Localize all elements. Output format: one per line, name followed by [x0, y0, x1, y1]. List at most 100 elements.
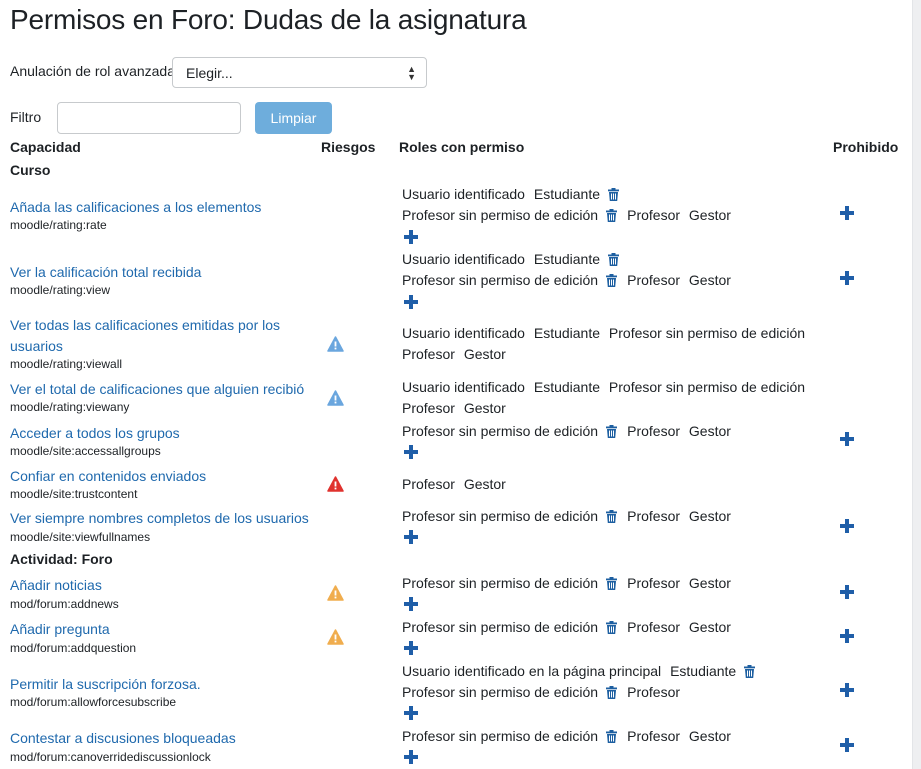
role-name: Estudiante — [533, 325, 601, 341]
advanced-override-select[interactable]: Elegir... ▲ ▼ — [172, 57, 427, 88]
risk-triangle-icon[interactable] — [327, 476, 344, 497]
role-name: Profesor — [627, 728, 681, 744]
capability-id: mod/forum:canoverridediscussionlock — [10, 750, 211, 764]
add-role-plus-icon[interactable] — [404, 445, 418, 464]
prohibit-plus-icon[interactable] — [840, 271, 854, 290]
add-role-plus-icon[interactable] — [404, 750, 418, 769]
add-role-plus-icon[interactable] — [404, 295, 418, 314]
role-name: Profesor sin permiso de edición — [402, 684, 599, 700]
role-name: Gestor — [688, 728, 731, 744]
column-header-roles: Roles con permiso — [399, 139, 525, 155]
role-name: Profesor sin permiso de edición — [402, 508, 599, 524]
column-header-capability: Capacidad — [10, 139, 81, 155]
prohibit-plus-icon[interactable] — [840, 519, 854, 538]
capability-link[interactable]: Ver todas las calificaciones emitidas po… — [10, 315, 310, 357]
prohibit-plus-icon[interactable] — [840, 738, 854, 757]
page-title: Permisos en Foro: Dudas de la asignatura — [10, 4, 527, 35]
trash-icon[interactable] — [606, 273, 618, 291]
trash-icon[interactable] — [606, 208, 618, 226]
risk-triangle-icon[interactable] — [327, 390, 344, 411]
capability-link[interactable]: Contestar a discusiones bloqueadas — [10, 728, 310, 749]
role-name: Gestor — [688, 272, 731, 288]
role-name: Profesor — [402, 400, 455, 416]
capability-id: mod/forum:addnews — [10, 597, 119, 611]
role-name: Profesor — [627, 423, 681, 439]
risk-triangle-icon[interactable] — [327, 629, 344, 650]
section-heading-course: Curso — [10, 162, 51, 178]
role-name: Gestor — [463, 346, 506, 362]
role-line: Profesor Gestor — [402, 345, 511, 363]
role-name: Usuario identificado — [402, 251, 525, 267]
trash-icon[interactable] — [744, 664, 756, 682]
capability-link[interactable]: Añadir noticias — [10, 575, 310, 596]
capability-link[interactable]: Ver el total de calificaciones que algui… — [10, 379, 310, 400]
role-name: Profesor sin permiso de edición — [608, 379, 806, 395]
capability-link[interactable]: Acceder a todos los grupos — [10, 423, 310, 444]
capability-id: moodle/site:trustcontent — [10, 487, 138, 501]
prohibit-plus-icon[interactable] — [840, 585, 854, 604]
capability-link[interactable]: Permitir la suscripción forzosa. — [10, 674, 310, 695]
capability-link[interactable]: Añadir pregunta — [10, 619, 310, 640]
add-role-plus-icon[interactable] — [404, 530, 418, 549]
capability-link[interactable]: Añada las calificaciones a los elementos — [10, 197, 310, 218]
section-heading-forum: Actividad: Foro — [10, 551, 113, 567]
capability-id: moodle/site:viewfullnames — [10, 530, 151, 544]
role-name: Profesor — [627, 575, 681, 591]
trash-icon[interactable] — [608, 252, 620, 270]
role-name: Gestor — [688, 207, 731, 223]
role-name: Profesor — [627, 207, 681, 223]
page-scrollbar[interactable] — [912, 0, 921, 769]
role-line: Usuario identificado Estudiante Profesor… — [402, 378, 810, 396]
capability-id: moodle/rating:rate — [10, 218, 107, 232]
capability-id: moodle/site:accessallgroups — [10, 444, 161, 458]
role-name: Profesor sin permiso de edición — [402, 728, 599, 744]
clear-filter-button[interactable]: Limpiar — [255, 102, 332, 134]
add-role-plus-icon[interactable] — [404, 706, 418, 725]
role-name: Gestor — [688, 619, 731, 635]
role-name: Usuario identificado — [402, 325, 525, 341]
role-name: Profesor — [627, 272, 681, 288]
role-name: Usuario identificado — [402, 379, 525, 395]
prohibit-plus-icon[interactable] — [840, 683, 854, 702]
add-role-plus-icon[interactable] — [404, 597, 418, 616]
prohibit-plus-icon[interactable] — [840, 432, 854, 451]
capability-link[interactable]: Ver siempre nombres completos de los usu… — [10, 508, 310, 529]
role-name: Profesor — [627, 684, 681, 700]
role-name: Gestor — [688, 423, 731, 439]
add-role-plus-icon[interactable] — [404, 230, 418, 249]
risk-triangle-icon[interactable] — [327, 585, 344, 606]
role-name: Usuario identificado en la página princi… — [402, 663, 662, 679]
trash-icon[interactable] — [606, 576, 618, 594]
capability-link[interactable]: Ver la calificación total recibida — [10, 262, 310, 283]
role-name: Gestor — [688, 508, 731, 524]
role-line: Profesor Gestor — [402, 399, 511, 417]
filter-label: Filtro — [10, 109, 42, 125]
role-line: Profesor sin permiso de edición Profesor … — [402, 618, 736, 638]
role-line: Usuario identificado Estudiante Profesor… — [402, 324, 810, 342]
advanced-override-value: Elegir... — [186, 65, 233, 81]
add-role-plus-icon[interactable] — [404, 641, 418, 660]
select-caret-icon: ▲ ▼ — [407, 64, 416, 82]
filter-input[interactable] — [57, 102, 241, 134]
capability-link[interactable]: Confiar en contenidos enviados — [10, 466, 310, 487]
column-header-prohibited: Prohibido — [833, 139, 899, 155]
trash-icon[interactable] — [606, 424, 618, 442]
risk-triangle-icon[interactable] — [327, 336, 344, 357]
trash-icon[interactable] — [606, 685, 618, 703]
role-line: Profesor sin permiso de edición Profesor … — [402, 422, 736, 442]
role-name: Gestor — [463, 476, 506, 492]
trash-icon[interactable] — [608, 187, 620, 205]
role-name: Estudiante — [670, 663, 737, 679]
role-name: Usuario identificado — [402, 186, 525, 202]
prohibit-plus-icon[interactable] — [840, 206, 854, 225]
role-name: Profesor — [627, 508, 681, 524]
trash-icon[interactable] — [606, 729, 618, 747]
trash-icon[interactable] — [606, 620, 618, 638]
role-line: Profesor sin permiso de edición Profesor … — [402, 574, 736, 594]
capability-id: mod/forum:allowforcesubscribe — [10, 695, 177, 709]
prohibit-plus-icon[interactable] — [840, 629, 854, 648]
role-name: Gestor — [688, 575, 731, 591]
role-line: Profesor sin permiso de edición Profesor … — [402, 206, 736, 226]
trash-icon[interactable] — [606, 509, 618, 527]
role-name: Profesor — [402, 476, 455, 492]
